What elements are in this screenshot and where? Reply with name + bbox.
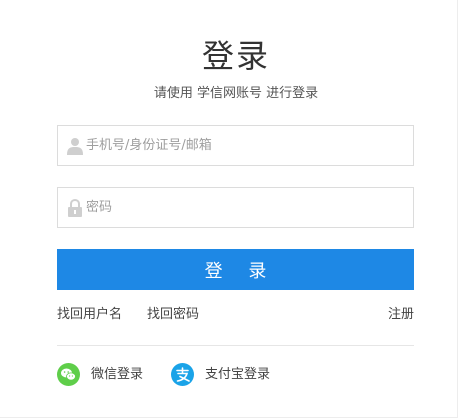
login-button[interactable]: 登 录 [57, 249, 414, 290]
login-page: 登录 请使用 学信网账号 进行登录 登 录 找回用户名 找回密码 注册 [0, 0, 458, 418]
alipay-login-label: 支付宝登录 [205, 367, 271, 382]
login-subtitle: 请使用 学信网账号 进行登录 [153, 86, 319, 101]
divider [57, 345, 414, 346]
forgot-password-link[interactable]: 找回密码 [147, 306, 199, 324]
forgot-username-link[interactable]: 找回用户名 [57, 306, 122, 324]
lock-icon [67, 198, 83, 217]
wechat-login-button[interactable]: 微信登录 [57, 363, 157, 387]
password-input[interactable] [86, 188, 406, 227]
register-link[interactable]: 注册 [388, 306, 414, 324]
page-title: 登录 [201, 37, 270, 75]
wechat-login-label: 微信登录 [91, 367, 144, 382]
wechat-icon [57, 363, 80, 386]
password-field[interactable] [57, 187, 414, 228]
username-input[interactable] [86, 126, 406, 165]
user-icon [67, 137, 83, 155]
alipay-login-button[interactable]: 支付宝登录 [171, 363, 281, 387]
alipay-icon [171, 363, 194, 386]
username-field[interactable] [57, 125, 414, 166]
